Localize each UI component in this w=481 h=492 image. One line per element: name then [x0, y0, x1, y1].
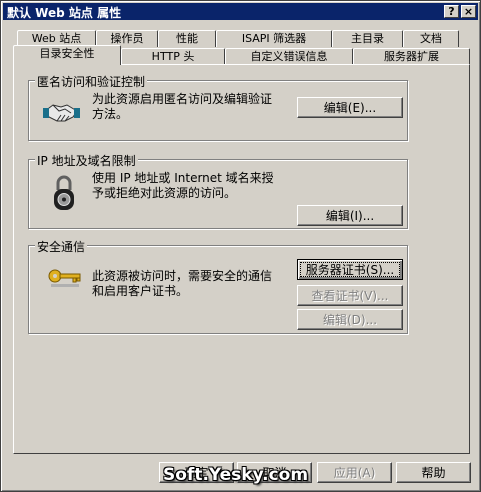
edit-ip-button[interactable]: 编辑(I)... [297, 205, 403, 226]
secure-communication-title: 安全通信 [35, 238, 88, 255]
properties-dialog: 默认 Web 站点 属性 ? × Web 站点 操作员 性能 ISAPI 筛选器… [0, 0, 481, 492]
anonymous-access-group: 匿名访问和验证控制 为此资源启用匿名访问及编辑验证方法。 编辑(E)... [28, 73, 408, 141]
directory-security-panel: 匿名访问和验证控制 为此资源启用匿名访问及编辑验证方法。 编辑(E)... IP… [13, 64, 470, 454]
handshake-icon [43, 104, 80, 122]
help-button[interactable]: 帮助 [396, 462, 471, 483]
ip-restriction-description: 使用 IP 地址或 Internet 域名来授予或拒绝对此资源的访问。 [92, 171, 274, 200]
tab-directory-security[interactable]: 目录安全性 [13, 45, 121, 65]
tab-home-directory[interactable]: 主目录 [332, 30, 403, 47]
tab-server-extensions[interactable]: 服务器扩展 [353, 48, 470, 65]
tab-http-headers[interactable]: HTTP 头 [121, 48, 225, 65]
tab-documents[interactable]: 文档 [403, 30, 459, 47]
apply-button[interactable]: 应用(A) [317, 462, 392, 483]
watermark-text: Soft.Yesky.com [163, 465, 309, 485]
ip-restriction-group: IP 地址及域名限制 使用 IP 地址或 Internet 域名来授予或拒绝对此… [28, 152, 408, 229]
tab-isapi-filters[interactable]: ISAPI 筛选器 [216, 30, 332, 47]
secure-communication-group: 安全通信 此资源被访问时，需要安全的通信和启用客户证书。 服务器证书(S)...… [28, 238, 408, 334]
key-icon [48, 269, 81, 287]
anonymous-access-title: 匿名访问和验证控制 [35, 73, 148, 90]
view-certificate-button[interactable]: 查看证书(V)... [297, 285, 403, 306]
tab-custom-errors[interactable]: 自定义错误信息 [225, 48, 353, 65]
close-title-button[interactable]: × [461, 5, 476, 18]
ip-restriction-title: IP 地址及域名限制 [35, 152, 138, 169]
title-bar[interactable]: 默认 Web 站点 属性 ? × [3, 3, 478, 20]
secure-communication-description: 此资源被访问时，需要安全的通信和启用客户证书。 [92, 269, 273, 298]
server-certificate-button[interactable]: 服务器证书(S)... [297, 259, 403, 280]
padlock-icon [54, 175, 74, 210]
window-title: 默认 Web 站点 属性 [7, 6, 122, 20]
tab-performance[interactable]: 性能 [158, 30, 216, 47]
edit-anonymous-button[interactable]: 编辑(E)... [297, 97, 403, 118]
help-title-button[interactable]: ? [444, 5, 459, 18]
edit-secure-button[interactable]: 编辑(D)... [297, 309, 403, 330]
anonymous-access-description: 为此资源启用匿名访问及编辑验证方法。 [92, 92, 273, 121]
